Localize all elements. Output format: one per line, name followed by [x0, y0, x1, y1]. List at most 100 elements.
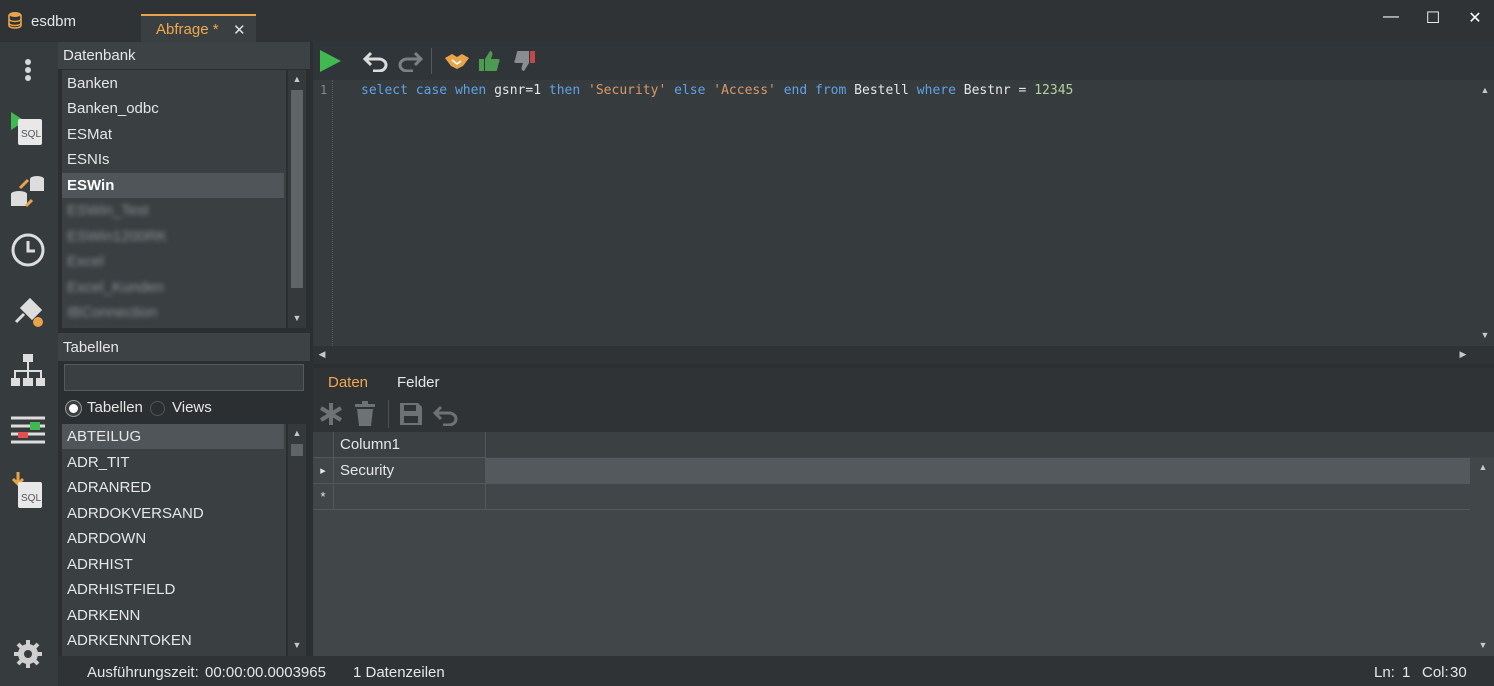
- thumbs-up-icon[interactable]: [477, 49, 503, 73]
- radio-views-label: Views: [172, 399, 212, 416]
- scroll-thumb[interactable]: [291, 444, 303, 456]
- database-item-banken-odbc[interactable]: Banken_odbc: [62, 96, 284, 121]
- database-transfer-icon[interactable]: [8, 170, 48, 210]
- sql-token: then: [548, 83, 581, 98]
- sql-editor[interactable]: 1 select case when gsnr=1 then 'Security…: [313, 80, 1494, 346]
- redo-icon[interactable]: [397, 50, 423, 72]
- sql-token: 12345: [1034, 83, 1074, 98]
- tab-fields[interactable]: Felder: [397, 374, 440, 391]
- tables-list[interactable]: ABTEILUG ADR_TIT ADRANRED ADRDOKVERSAND …: [62, 424, 286, 656]
- database-item-eswin1200rk[interactable]: ESWin1200RK: [62, 224, 284, 249]
- tab-close-icon[interactable]: ✕: [233, 21, 246, 39]
- row-count: 1 Datenzeilen: [353, 664, 445, 681]
- grid-new-row-cell[interactable]: [334, 484, 486, 510]
- revert-icon[interactable]: [433, 404, 459, 426]
- scroll-up-icon[interactable]: ▲: [1474, 462, 1492, 472]
- editor-toolbar: [313, 42, 1494, 80]
- scroll-up-icon[interactable]: ▲: [288, 428, 306, 438]
- undo-icon[interactable]: [363, 50, 389, 72]
- table-view-radio-group: Tabellen Views: [66, 398, 306, 418]
- table-item-adrkenn[interactable]: ADRKENN: [62, 603, 284, 628]
- sql-token: gsnr=1: [486, 83, 549, 98]
- handshake-icon[interactable]: [443, 50, 471, 72]
- editor-vscrollbar[interactable]: ▲ ▼: [1476, 80, 1494, 346]
- table-item-adrhist[interactable]: ADRHIST: [62, 552, 284, 577]
- gear-icon[interactable]: [8, 634, 48, 674]
- grid-vscrollbar[interactable]: ▲ ▼: [1474, 457, 1492, 656]
- table-item-adrdown[interactable]: ADRDOWN: [62, 526, 284, 551]
- result-grid[interactable]: Column1 ▸ Security * ▲ ▼: [313, 432, 1494, 656]
- sliders-compare-icon[interactable]: [8, 410, 48, 450]
- table-item-abteilug[interactable]: ABTEILUG: [62, 424, 284, 449]
- database-item-eswin[interactable]: ESWin: [62, 173, 284, 198]
- line-label: Ln:: [1374, 664, 1395, 681]
- database-list[interactable]: Banken Banken_odbc ESMat ESNIs ESWin ESW…: [62, 70, 286, 328]
- database-panel-header: Datenbank: [58, 42, 310, 69]
- database-item-eswin-test[interactable]: ESWin_Test: [62, 198, 284, 223]
- scroll-down-icon[interactable]: ▼: [1476, 330, 1494, 340]
- status-bar: Ausführungszeit: 00:00:00.0003965 1 Date…: [58, 656, 1494, 686]
- line-value: 1: [1402, 664, 1411, 681]
- sql-token: else: [674, 83, 706, 98]
- scroll-up-icon[interactable]: ▲: [1476, 85, 1494, 95]
- table-item-adr-tit[interactable]: ADR_TIT: [62, 450, 284, 475]
- column-label: Col:: [1422, 664, 1449, 681]
- scroll-up-icon[interactable]: ▲: [288, 74, 306, 84]
- asterisk-icon[interactable]: [319, 402, 343, 426]
- thumbs-down-icon[interactable]: [511, 49, 537, 73]
- sql-token: select: [361, 83, 408, 98]
- scroll-down-icon[interactable]: ▼: [288, 640, 306, 650]
- database-list-scrollbar[interactable]: ▲ ▼: [288, 70, 306, 328]
- table-item-adranred[interactable]: ADRANRED: [62, 475, 284, 500]
- tables-list-scrollbar[interactable]: ▲ ▼: [288, 424, 306, 656]
- radio-tables-label: Tabellen: [87, 399, 143, 416]
- sql-run-icon[interactable]: SQL: [8, 106, 48, 146]
- scroll-thumb[interactable]: [291, 90, 303, 288]
- table-item-adrkenntoken[interactable]: ADRKENNTOKEN: [62, 628, 284, 653]
- tab-data[interactable]: Daten: [328, 374, 368, 391]
- editor-hscrollbar[interactable]: ◀ ▶: [313, 346, 1494, 364]
- exec-time-value: 00:00:00.0003965: [205, 664, 326, 681]
- minimize-button[interactable]: —: [1381, 8, 1401, 26]
- table-item-adrdokversand[interactable]: ADRDOKVERSAND: [62, 501, 284, 526]
- database-item-excel-kunden[interactable]: Excel_Kunden: [62, 275, 284, 300]
- database-item-esnis[interactable]: ESNIs: [62, 147, 284, 172]
- grid-cell[interactable]: Security: [334, 458, 486, 484]
- save-icon[interactable]: [399, 402, 423, 426]
- scroll-down-icon[interactable]: ▼: [288, 313, 306, 323]
- more-vertical-icon[interactable]: [8, 50, 48, 90]
- database-item-ibconnection[interactable]: IBConnection: [62, 300, 284, 325]
- trash-icon[interactable]: [353, 401, 377, 427]
- close-window-button[interactable]: ✕: [1465, 8, 1485, 28]
- tab-query[interactable]: Abfrage * ✕: [141, 14, 256, 42]
- line-number: 1: [320, 83, 328, 97]
- sql-import-icon[interactable]: SQL: [8, 470, 48, 510]
- hierarchy-icon[interactable]: [8, 350, 48, 390]
- radio-tables[interactable]: [66, 401, 81, 416]
- database-item-excel[interactable]: Excel: [62, 249, 284, 274]
- sql-code-line[interactable]: select case when gsnr=1 then 'Security' …: [361, 83, 1073, 98]
- radio-views[interactable]: [150, 401, 165, 416]
- svg-text:SQL: SQL: [21, 493, 41, 504]
- table-item-adrhistfield[interactable]: ADRHISTFIELD: [62, 577, 284, 602]
- scroll-right-icon[interactable]: ▶: [1454, 349, 1472, 360]
- scroll-down-icon[interactable]: ▼: [1474, 640, 1492, 650]
- scroll-left-icon[interactable]: ◀: [313, 349, 331, 360]
- grid-toolbar: [313, 396, 1494, 432]
- grid-row-filler: [486, 458, 1470, 484]
- column-header-column1[interactable]: Column1: [334, 432, 486, 458]
- sql-token: from: [815, 83, 847, 98]
- database-item-banken[interactable]: Banken: [62, 71, 284, 96]
- toolbar-divider: [388, 400, 389, 428]
- clock-icon[interactable]: [8, 230, 48, 270]
- database-item-esmat[interactable]: ESMat: [62, 122, 284, 147]
- maximize-button[interactable]: ☐: [1423, 8, 1443, 28]
- new-row-marker-icon: *: [313, 484, 334, 510]
- tables-search-input[interactable]: [64, 364, 304, 391]
- plug-settings-icon[interactable]: [8, 292, 48, 332]
- run-query-button[interactable]: [318, 49, 342, 73]
- sql-token: where: [916, 83, 956, 98]
